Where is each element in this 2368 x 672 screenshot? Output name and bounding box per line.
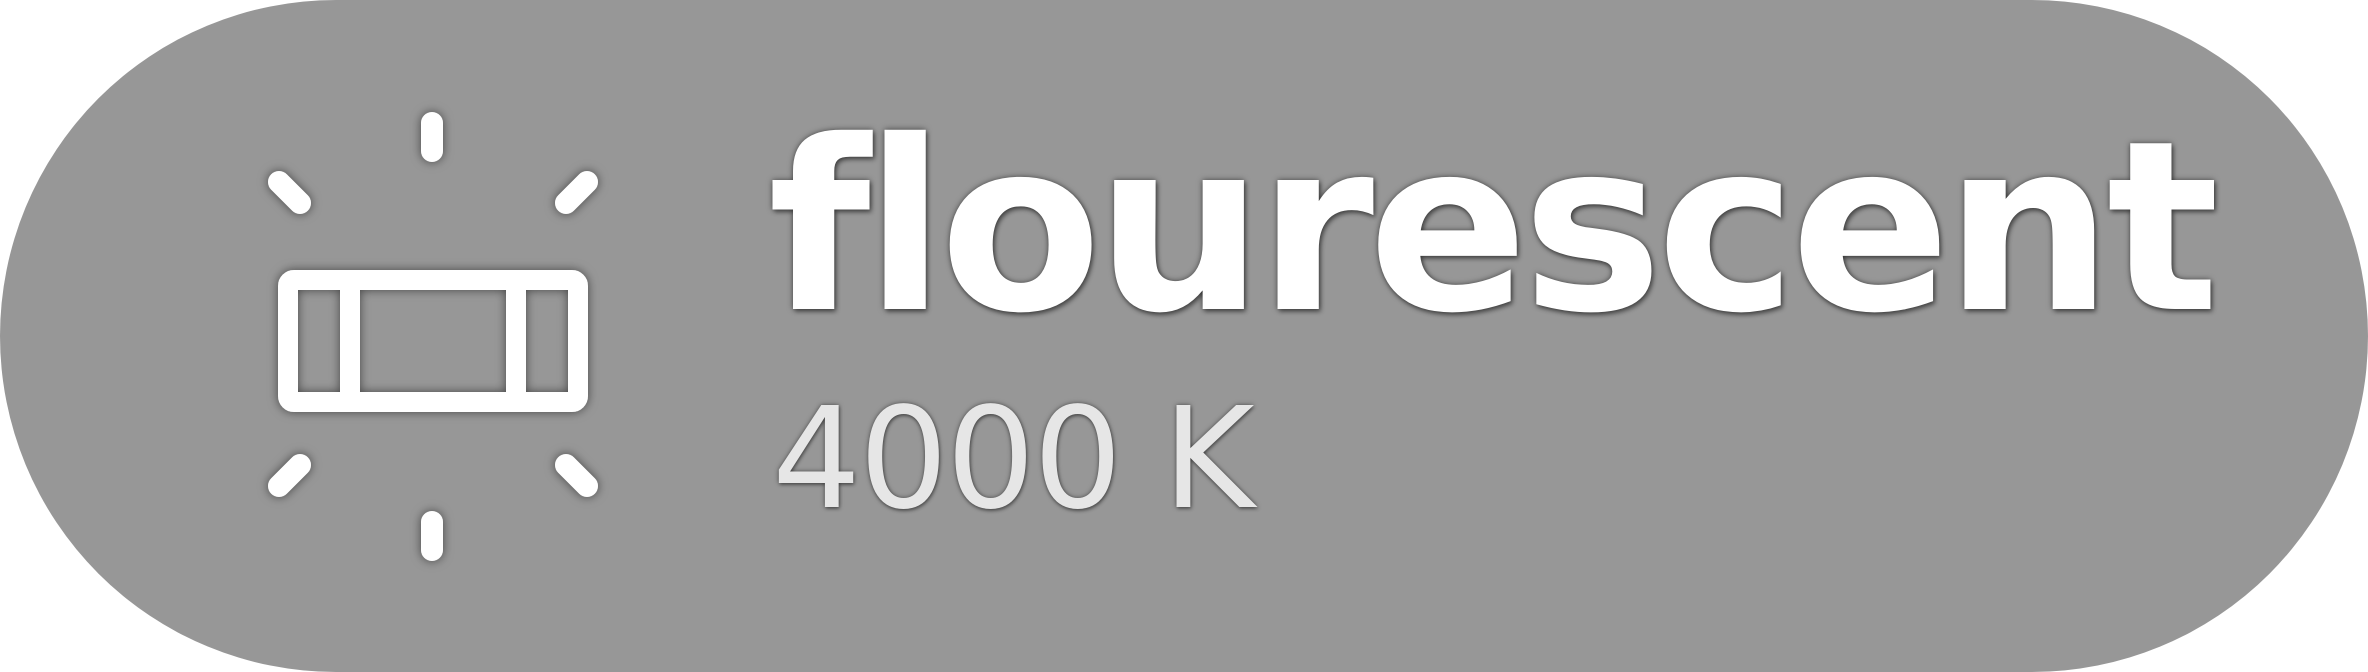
light-preset-tile[interactable]: flourescent 4000 K <box>0 0 2368 672</box>
preset-name: flourescent <box>768 90 2219 365</box>
color-temperature: 4000 K <box>772 378 1255 541</box>
fluorescent-lamp-icon <box>250 96 615 576</box>
preset-text: flourescent 4000 K <box>768 110 2219 550</box>
